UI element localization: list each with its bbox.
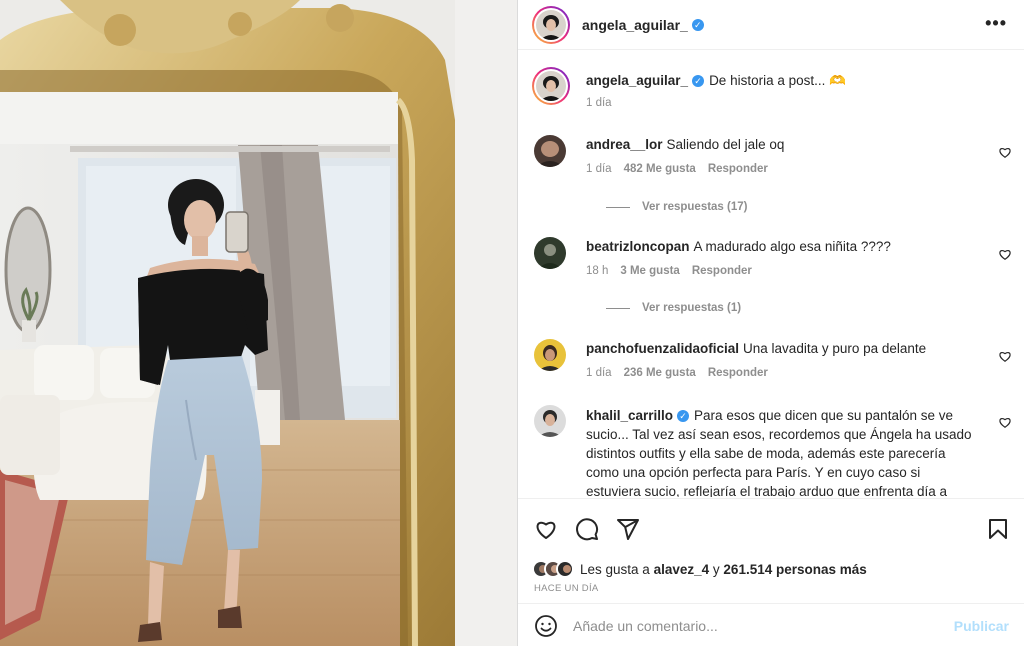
ellipsis-icon[interactable]: ••• <box>985 13 1007 34</box>
comment-text: A madurado algo esa niñita ???? <box>693 239 891 254</box>
comment-username[interactable]: khalil_carrillo <box>586 408 673 423</box>
author-username[interactable]: angela_aguilar_ <box>582 17 688 33</box>
heart-icon[interactable] <box>534 517 558 541</box>
post-side-panel: angela_aguilar_ ✓ ••• angela_aguilar_ ✓ De… <box>517 0 1024 646</box>
reply-button[interactable]: Responder <box>692 265 752 277</box>
commenter-avatar[interactable] <box>534 135 566 167</box>
comment-body: panchofuenzalidaoficial Una lavadita y pu… <box>586 340 976 358</box>
liker-avatar <box>556 560 574 578</box>
view-replies-label: Ver respuestas (17) <box>642 201 748 213</box>
bookmark-icon[interactable] <box>986 517 1010 541</box>
comment-likes[interactable]: 3 Me gusta <box>620 265 679 277</box>
add-comment-bar: Publicar <box>518 603 1024 646</box>
comment-username[interactable]: panchofuenzalidaoficial <box>586 341 739 356</box>
verified-badge-icon: ✓ <box>691 18 704 31</box>
publish-button[interactable]: Publicar <box>954 618 1009 634</box>
caption-time[interactable]: 1 día <box>586 97 612 109</box>
replies-divider <box>606 206 630 208</box>
comment-text: Una lavadita y puro pa delante <box>743 341 927 356</box>
view-replies-button[interactable]: Ver respuestas (17) <box>606 201 747 213</box>
post-header: angela_aguilar_ ✓ ••• <box>518 0 1024 50</box>
caption-avatar-ring[interactable] <box>532 67 570 105</box>
likes-joiner: y <box>712 561 720 577</box>
commenter-avatar[interactable] <box>534 339 566 371</box>
comment-item: andrea__lor Saliendo del jale oq 1 día 48… <box>532 135 1012 205</box>
comment-icon[interactable] <box>575 517 599 541</box>
comment-likes[interactable]: 482 Me gusta <box>624 163 696 175</box>
instagram-post-viewer: angela_aguilar_ ✓ ••• angela_aguilar_ ✓ De… <box>0 0 1024 646</box>
comment-body: khalil_carrillo ✓ Para esos que dicen que … <box>586 406 976 497</box>
view-replies-button[interactable]: Ver respuestas (1) <box>606 302 741 314</box>
reply-button[interactable]: Responder <box>708 163 768 175</box>
comment-meta: 18 h 3 Me gusta Responder <box>586 265 752 277</box>
comment-text: Saliendo del jale oq <box>666 137 785 152</box>
author-avatar-ring[interactable] <box>532 5 570 44</box>
likes-others[interactable]: 261.514 personas más <box>723 562 866 577</box>
comment-username[interactable]: andrea__lor <box>586 137 663 152</box>
likes-prefix: Les gusta a <box>580 561 650 577</box>
caption-avatar <box>536 71 566 101</box>
comment-time[interactable]: 1 día <box>586 367 612 379</box>
share-icon[interactable] <box>616 517 640 541</box>
comment-item: panchofuenzalidaoficial Una lavadita y pu… <box>532 339 1012 389</box>
view-replies-label: Ver respuestas (1) <box>642 302 742 314</box>
caption-text: De historia a post... 🫶 <box>709 73 846 88</box>
comment-item: beatrizloncopan A madurado algo esa niñit… <box>532 237 1012 307</box>
comment-likes[interactable]: 236 Me gusta <box>624 367 696 379</box>
caption-username[interactable]: angela_aguilar_ <box>586 73 688 88</box>
caption-body: angela_aguilar_ ✓ De historia a post... 🫶 <box>586 72 976 90</box>
likes-summary[interactable]: Les gusta a alavez_4 y 261.514 personas … <box>532 557 867 581</box>
comment-body: andrea__lor Saliendo del jale oq <box>586 136 976 154</box>
post-actions-bar <box>518 498 1024 548</box>
comment-meta: 1 día 482 Me gusta Responder <box>586 163 768 175</box>
comment-username[interactable]: beatrizloncopan <box>586 239 690 254</box>
post-photo[interactable] <box>0 0 517 646</box>
comment-meta: 1 día 236 Me gusta Responder <box>586 367 768 379</box>
comment-time[interactable]: 18 h <box>586 265 608 277</box>
post-date[interactable]: HACE UN DÍA <box>534 583 599 594</box>
post-caption: angela_aguilar_ ✓ De historia a post... 🫶 … <box>532 67 1012 115</box>
likes-text: Les gusta a alavez_4 y 261.514 personas … <box>580 562 867 577</box>
comment-heart-icon[interactable] <box>998 349 1012 363</box>
comment-item: khalil_carrillo ✓ Para esos que dicen que … <box>532 405 1012 497</box>
comment-input[interactable] <box>573 616 933 636</box>
emoji-icon[interactable] <box>534 614 558 638</box>
comment-heart-icon[interactable] <box>998 415 1012 429</box>
verified-badge-icon: ✓ <box>677 410 690 423</box>
author-avatar <box>536 9 566 40</box>
comment-body: beatrizloncopan A madurado algo esa niñit… <box>586 238 976 256</box>
caption-meta: 1 día <box>586 97 612 109</box>
comment-heart-icon[interactable] <box>998 145 1012 159</box>
mirror-selfie-image <box>0 0 517 646</box>
commenter-avatar[interactable] <box>534 405 566 437</box>
comments-list[interactable]: angela_aguilar_ ✓ De historia a post... 🫶 … <box>518 51 1024 497</box>
replies-divider <box>606 307 630 309</box>
comment-heart-icon[interactable] <box>998 247 1012 261</box>
commenter-avatar[interactable] <box>534 237 566 269</box>
reply-button[interactable]: Responder <box>708 367 768 379</box>
verified-badge-icon: ✓ <box>692 75 705 88</box>
comment-time[interactable]: 1 día <box>586 163 612 175</box>
likes-first-user[interactable]: alavez_4 <box>654 562 710 577</box>
